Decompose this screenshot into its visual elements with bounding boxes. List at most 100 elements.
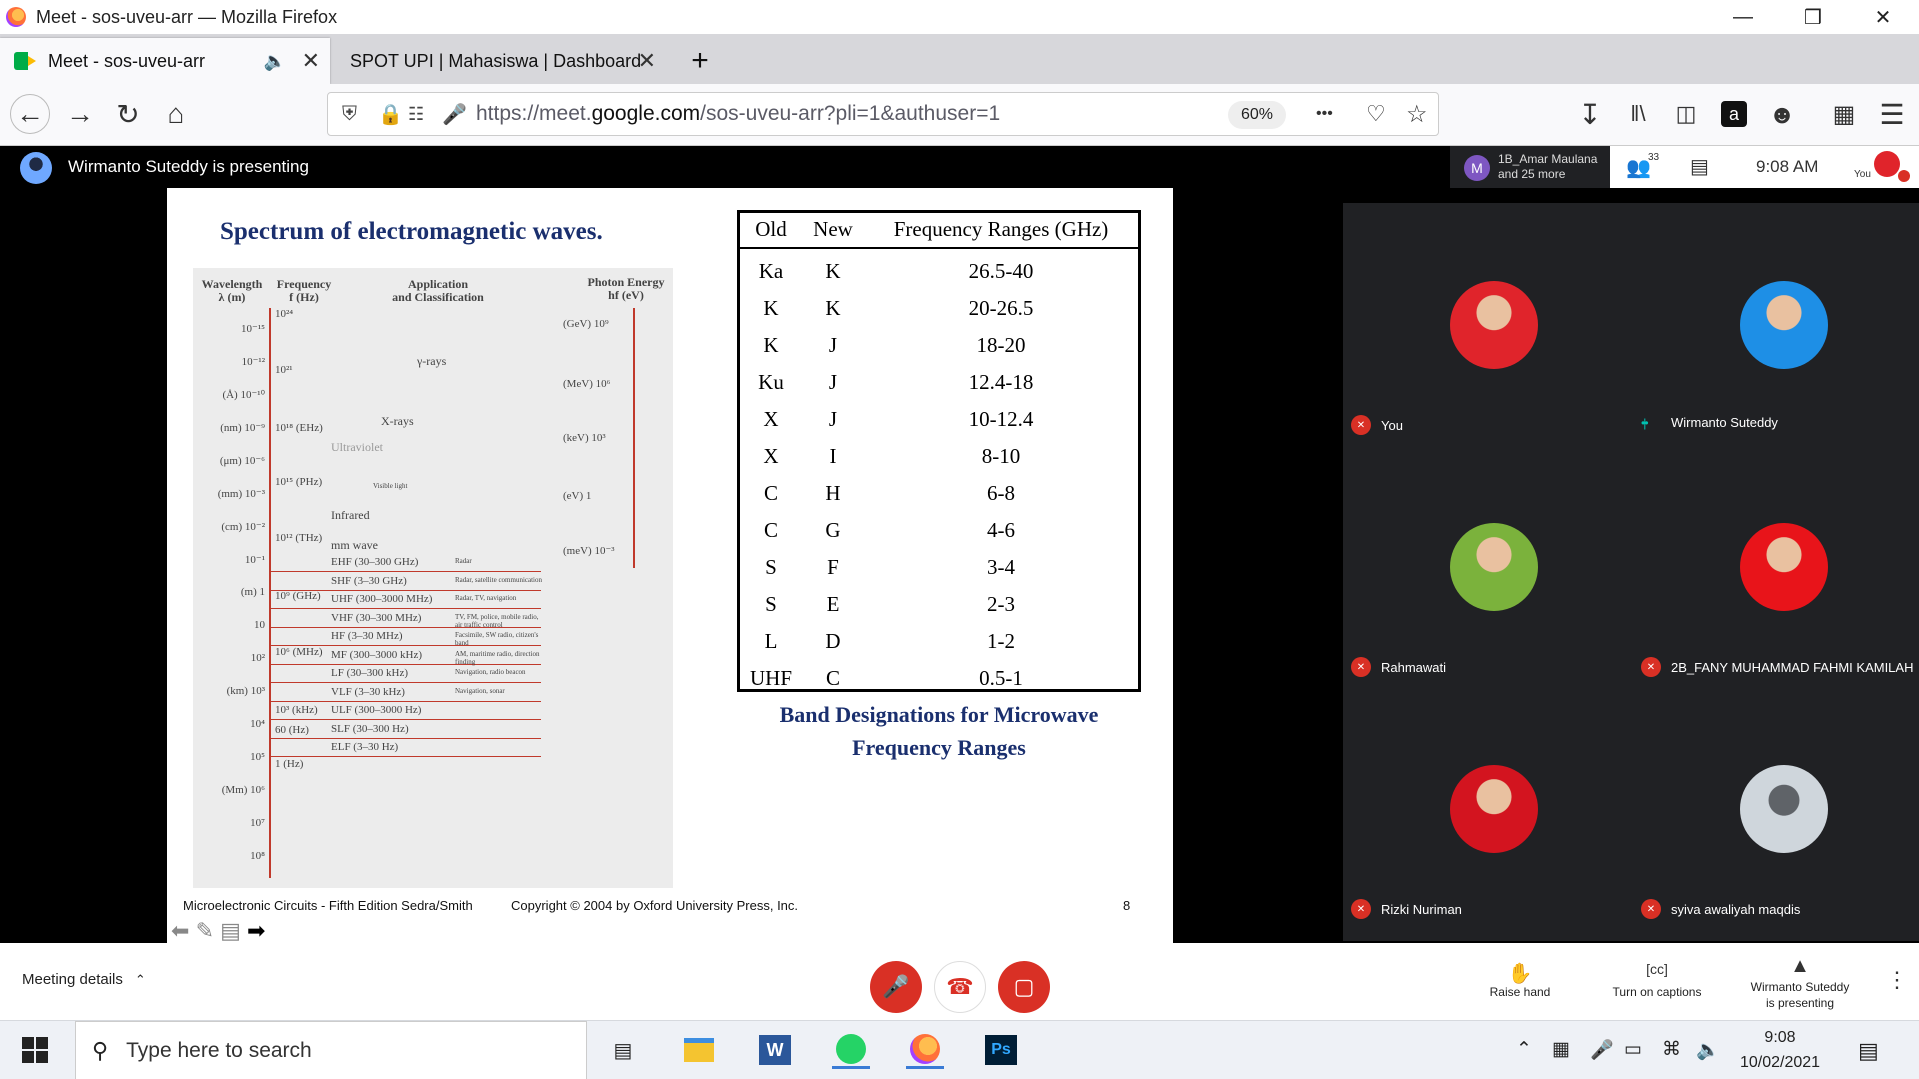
mic-toggle-button[interactable]: 🎤 bbox=[870, 961, 922, 1013]
notifications-icon[interactable]: ▤ bbox=[1858, 1038, 1879, 1064]
menu-icon[interactable]: ☰ bbox=[1872, 94, 1912, 134]
cell-frequency: 2-3 bbox=[987, 592, 1015, 616]
page-actions-icon[interactable]: ••• bbox=[1316, 105, 1333, 123]
new-tab-button[interactable]: + bbox=[680, 38, 720, 84]
close-tab-icon[interactable]: ✕ bbox=[638, 48, 656, 74]
participant-tile[interactable]: •|• Wirmanto Suteddy bbox=[1641, 203, 1919, 443]
meet-now-icon[interactable]: ▦ bbox=[1552, 1038, 1570, 1061]
cell-old: Ka bbox=[758, 259, 784, 283]
url-text[interactable]: https://meet.google.com/sos-uveu-arr?pli… bbox=[476, 102, 1000, 126]
microphone-icon[interactable]: 🎤 bbox=[442, 102, 467, 127]
window-titlebar: Meet - sos-uveu-arr — Mozilla Firefox — … bbox=[0, 0, 1919, 34]
participant-name: ✕ You bbox=[1351, 415, 1403, 435]
frequency-tick-label: 10²⁴ bbox=[275, 308, 294, 320]
wavelength-tick-label: (mm) 10⁻³ bbox=[217, 488, 265, 500]
extensions-icon[interactable]: ▦ bbox=[1824, 94, 1864, 134]
reload-icon[interactable]: ↻ bbox=[108, 94, 148, 134]
participant-tile[interactable]: ✕ Rahmawati bbox=[1351, 445, 1641, 685]
windows-taskbar: ⚲ Type here to search ▤ W Ps ⌃ ▦ 🎤 ▭ ⌘ 🔈… bbox=[0, 1020, 1919, 1079]
permissions-icon[interactable]: ☷ bbox=[408, 104, 424, 125]
word-icon[interactable]: W bbox=[756, 1031, 794, 1069]
present-button[interactable]: ▲ Wirmanto Suteddy is presenting bbox=[1740, 943, 1860, 1020]
restore-button[interactable]: ❒ bbox=[1778, 0, 1848, 34]
shield-icon[interactable]: ⛨ bbox=[342, 103, 357, 126]
chat-icon[interactable]: ▤ bbox=[1690, 154, 1709, 179]
slide-menu-icon[interactable]: ▤ bbox=[220, 918, 241, 943]
participant-tile[interactable]: ✕ syiva awaliyah maqdis bbox=[1641, 687, 1919, 927]
wavelength-tick-label: (km) 10³ bbox=[226, 685, 265, 697]
tab-spot-upi[interactable]: SPOT UPI | Mahasiswa | Dashboard ✕ bbox=[336, 38, 666, 84]
more-options-icon[interactable]: ⋮ bbox=[1886, 967, 1908, 993]
sidebar-icon[interactable]: ◫ bbox=[1666, 94, 1706, 134]
next-slide-icon[interactable]: ➡ bbox=[247, 918, 265, 943]
wavelength-tick-label: (m) 1 bbox=[240, 586, 265, 598]
frequency-tick-label: 10⁶ (MHz) bbox=[275, 646, 323, 658]
cell-new: K bbox=[825, 296, 841, 320]
speaker-icon[interactable]: 🔈 bbox=[264, 51, 286, 72]
microphone-icon[interactable]: 🎤 bbox=[1590, 1038, 1614, 1062]
bookmark-star-icon[interactable]: ☆ bbox=[1406, 100, 1428, 129]
cell-frequency: 1-2 bbox=[987, 629, 1015, 653]
avatar: M bbox=[1464, 155, 1490, 181]
navigation-bar: ← → ↻ ⌂ ⛨ 🔒 ☷ 🎤 https://meet.google.com/… bbox=[0, 84, 1919, 146]
application-header: Application and Classification bbox=[392, 277, 484, 304]
zoom-level[interactable]: 60% bbox=[1228, 101, 1286, 129]
tab-bar: Meet - sos-uveu-arr 🔈 ✕ SPOT UPI | Mahas… bbox=[0, 34, 1919, 84]
downloads-icon[interactable]: ↧ bbox=[1570, 94, 1610, 134]
cell-old: S bbox=[765, 592, 777, 616]
chevron-up-icon[interactable]: ⌃ bbox=[1516, 1038, 1532, 1061]
back-icon[interactable]: ← bbox=[10, 94, 50, 134]
clock[interactable]: 9:08 10/02/2021 bbox=[1726, 1025, 1834, 1075]
participant-tile[interactable]: ✕ You bbox=[1351, 203, 1641, 443]
cell-frequency: 6-8 bbox=[987, 481, 1015, 505]
band-label: UHF (300–3000 MHz) bbox=[331, 593, 433, 605]
battery-icon[interactable]: ▭ bbox=[1624, 1038, 1642, 1061]
taskbar-search[interactable]: ⚲ Type here to search bbox=[75, 1021, 587, 1079]
home-icon[interactable]: ⌂ bbox=[156, 94, 196, 134]
photoshop-icon[interactable]: Ps bbox=[982, 1031, 1020, 1069]
band-use: Radar bbox=[455, 557, 472, 565]
presenting-status: Wirmanto Suteddy is presenting bbox=[68, 157, 309, 176]
infrared-label: Infrared bbox=[331, 508, 370, 522]
participant-tile[interactable]: ✕ 2B_FANY MUHAMMAD FAHMI KAMILAH bbox=[1641, 445, 1919, 685]
minimize-button[interactable]: — bbox=[1708, 0, 1778, 34]
page-number: 8 bbox=[1123, 898, 1131, 913]
task-view-icon[interactable]: ▤ bbox=[604, 1031, 642, 1069]
participant-tile[interactable]: ✕ Rizki Nuriman bbox=[1351, 687, 1641, 927]
tab-meet[interactable]: Meet - sos-uveu-arr 🔈 ✕ bbox=[0, 38, 330, 84]
meeting-details-button[interactable]: Meeting details ⌃ bbox=[22, 971, 146, 988]
amazon-icon[interactable]: a bbox=[1714, 94, 1754, 134]
camera-toggle-button[interactable]: ▢ bbox=[998, 961, 1050, 1013]
participant-name-text: Rahmawati bbox=[1381, 659, 1447, 675]
firefox-icon[interactable] bbox=[906, 1031, 944, 1069]
header-old: Old bbox=[755, 217, 787, 241]
forward-icon[interactable]: → bbox=[60, 94, 100, 134]
wifi-icon[interactable]: ⌘ bbox=[1662, 1038, 1681, 1061]
leave-call-button[interactable]: ☎ bbox=[934, 961, 986, 1013]
account-icon[interactable]: ☻ bbox=[1762, 94, 1802, 134]
library-icon[interactable]: ‖\ bbox=[1618, 94, 1658, 134]
presenter-avatar bbox=[20, 152, 52, 184]
volume-icon[interactable]: 🔈 bbox=[1696, 1038, 1720, 1062]
cell-frequency: 10-12.4 bbox=[968, 407, 1034, 431]
band-use: Navigation, radio beacon bbox=[455, 668, 526, 676]
captions-button[interactable]: [cc] Turn on captions bbox=[1600, 943, 1714, 1020]
whatsapp-icon[interactable] bbox=[832, 1031, 870, 1069]
raise-hand-button[interactable]: ✋ Raise hand bbox=[1480, 943, 1560, 1020]
close-window-button[interactable]: ✕ bbox=[1848, 0, 1918, 34]
photon-tick-label: (meV) 10⁻³ bbox=[563, 545, 615, 557]
frequency-tick-label: 10²¹ bbox=[275, 364, 293, 376]
cell-old: L bbox=[764, 629, 778, 653]
prev-slide-icon[interactable]: ⬅ bbox=[171, 918, 189, 943]
file-explorer-icon[interactable] bbox=[680, 1031, 718, 1069]
pen-icon[interactable]: ✎ bbox=[196, 918, 214, 943]
lock-icon[interactable]: 🔒 bbox=[378, 102, 403, 127]
cell-new: K bbox=[825, 259, 841, 283]
header-frequency: Frequency Ranges (GHz) bbox=[893, 217, 1109, 241]
pocket-icon[interactable]: ♡ bbox=[1366, 101, 1386, 127]
url-bar[interactable]: ⛨ 🔒 ☷ 🎤 https://meet.google.com/sos-uveu… bbox=[327, 92, 1439, 136]
close-tab-icon[interactable]: ✕ bbox=[302, 48, 320, 74]
participant-name: ✕ 2B_FANY MUHAMMAD FAHMI KAMILAH bbox=[1641, 657, 1913, 677]
windows-start-icon[interactable] bbox=[22, 1037, 48, 1063]
hand-icon: ✋ bbox=[1507, 963, 1533, 985]
